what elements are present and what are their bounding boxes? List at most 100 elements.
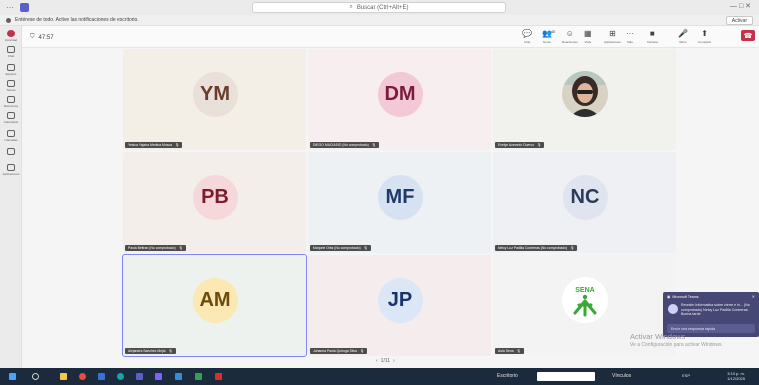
participant-tile[interactable]: JP Johanna Paola Quiroga Silva 🎙 — [308, 255, 491, 356]
more-button[interactable]: ··· Más — [626, 29, 634, 44]
taskbar-clock[interactable]: 3:10 p. m. 1/12/2025 — [727, 371, 745, 381]
sena-logo-icon: SENA — [561, 277, 608, 324]
participant-tile[interactable]: YM Yesica Yajaira Medina Mosca 🎙 — [123, 49, 306, 150]
app-icon[interactable] — [155, 373, 162, 380]
apps-button[interactable]: ⊞ Aplicaciones — [604, 29, 621, 44]
toast-reply-placeholder: Envíe una respuesta rápida — [671, 326, 715, 331]
teams-logo-icon — [20, 3, 29, 12]
excel-icon[interactable] — [195, 373, 202, 380]
enable-notifications-button[interactable]: Activar — [725, 16, 753, 25]
rail-item-8[interactable]: Aplicaciones — [0, 164, 22, 176]
teams-notification-toast[interactable]: ▣ Microsoft Teams ✕ Reunión Informativa … — [663, 292, 759, 337]
taskbar-search-box[interactable] — [537, 372, 595, 381]
rail-item-1[interactable]: Chat — [0, 46, 22, 58]
calls-icon — [7, 130, 15, 137]
participant-name-tag: DIEGO MACIASIO (No comprobado) 🎙 — [310, 142, 380, 148]
rail-item-2[interactable]: Equipos — [0, 64, 22, 76]
rail-item-7[interactable]: ··· — [0, 148, 22, 160]
rail-item-0[interactable]: Actividad — [0, 30, 22, 42]
camera-icon: ■ — [649, 29, 655, 38]
chrome-icon[interactable] — [79, 373, 86, 380]
control-label: Aplicaciones — [604, 40, 621, 44]
participant-name: Marjorie Ortiz (No comprobado) — [313, 246, 361, 250]
control-label: Reacciones — [562, 40, 578, 44]
global-search-box[interactable]: ⌕ Buscar (Ctrl+Alt+E) — [252, 2, 506, 13]
taskbar-vinculos[interactable]: Vínculos — [612, 373, 631, 379]
participant-name-tag: Yesica Yajaira Medina Mosca 🎙 — [125, 142, 183, 148]
camera-button[interactable]: ■ Cámara — [647, 29, 658, 44]
participant-tile[interactable]: NC Nelcy Luz Padilla Contreras (No compro… — [493, 152, 676, 253]
app-menu-icon[interactable]: ··· — [6, 3, 14, 12]
shield-icon: ⛉ — [30, 34, 35, 40]
rail-item-5[interactable]: Calendario — [0, 112, 22, 124]
rail-item-label: Chat — [7, 54, 15, 58]
window-controls[interactable]: — □ ✕ — [730, 2, 751, 10]
mic-button[interactable]: 🎤 Micro — [678, 29, 688, 44]
share-button[interactable]: ⬆ Compartir — [698, 29, 711, 44]
gallery-pager: ‹ 1/11 › — [376, 358, 395, 364]
participant-tile[interactable]: Evelyn Acevedo Cuervo 🎙 — [493, 49, 676, 150]
toast-close-button[interactable]: ✕ — [752, 294, 755, 299]
meeting-timer-value: 47:57 — [38, 34, 54, 41]
mic-muted-icon: 🎙 — [178, 246, 183, 250]
control-label: Más — [627, 40, 633, 44]
reactions-icon: ☺ — [565, 29, 574, 38]
titlebar-left: ··· — [0, 3, 250, 12]
video-stage: ‹ 1/11 › YM Yesica Yajaira Medina Mosca 🎙 D… — [22, 48, 759, 368]
participant-tile[interactable]: MF Marjorie Ortiz (No comprobado) 🎙 — [308, 152, 491, 253]
participant-name-tag: Marjorie Ortiz (No comprobado) 🎙 — [310, 245, 371, 251]
control-label: Micro — [679, 40, 687, 44]
rail-item-label: Actividad — [4, 38, 18, 42]
participant-photo — [561, 71, 608, 118]
outlook-icon[interactable] — [175, 373, 182, 380]
view-button[interactable]: ▦ Vista — [584, 29, 592, 44]
participant-count: 40 — [551, 30, 555, 34]
rail-item-label: Tareas — [6, 88, 16, 92]
participant-name-tag: Nelcy Luz Padilla Contreras (No comproba… — [495, 245, 578, 251]
word-icon[interactable] — [98, 373, 105, 380]
acrobat-icon[interactable] — [215, 373, 222, 380]
pager-text: 1/11 — [380, 358, 391, 364]
participant-tile[interactable]: DM DIEGO MACIASIO (No comprobado) 🎙 — [308, 49, 491, 150]
start-icon[interactable] — [9, 373, 16, 380]
participant-avatar: PB — [192, 175, 238, 221]
participant-name-tag: Paola Beltran (No comprobado) 🎙 — [125, 245, 186, 251]
taskbar-language[interactable]: ESP — [682, 373, 690, 378]
more-icon — [7, 148, 15, 155]
rail-item-3[interactable]: Tareas — [0, 80, 22, 92]
pager-next-button[interactable]: › — [393, 358, 395, 364]
meeting-header: ⛉ 47:57 💬 Chat 👥 40 Gente ☺ Reacciones ▦ Vista ⊞ A… — [22, 26, 759, 48]
toast-avatar — [668, 304, 678, 314]
rail-item-label: Aplicaciones — [2, 172, 20, 176]
reactions-button[interactable]: ☺ Reacciones — [562, 29, 578, 44]
leave-button[interactable]: ☎ — [741, 30, 755, 41]
pager-prev-button[interactable]: ‹ — [376, 358, 378, 364]
teams-icon[interactable] — [136, 373, 143, 380]
file-explorer-icon[interactable] — [60, 373, 67, 380]
chat-icon: 💬 — [522, 29, 532, 38]
taskbar-escritorio[interactable]: Escritorio — [497, 373, 518, 379]
more-icon: ··· — [626, 29, 634, 38]
view-icon: ▦ — [584, 29, 592, 38]
rail-item-6[interactable]: Llamadas — [0, 130, 22, 142]
search-icon[interactable] — [32, 373, 39, 380]
watermark-title: Activar Windows — [630, 332, 686, 341]
share-icon: ⬆ — [701, 29, 708, 38]
rail-item-label: ··· — [9, 156, 13, 160]
teams-icon — [7, 64, 15, 71]
edge-icon[interactable] — [117, 373, 124, 380]
rail-item-4[interactable]: Reuniones — [0, 96, 22, 108]
participant-name: Alejandra Sanchez Mejia — [128, 349, 166, 353]
svg-text:SENA: SENA — [575, 287, 594, 294]
participant-avatar: JP — [377, 278, 423, 324]
mic-muted-icon: 🎙 — [516, 349, 521, 353]
participant-tile[interactable]: PB Paola Beltran (No comprobado) 🎙 — [123, 152, 306, 253]
watermark-subtitle: Ve a Configuración para activar Windows. — [630, 342, 723, 348]
participant-tile[interactable]: AM Alejandra Sanchez Mejia 🎙 — [122, 254, 307, 357]
meeting-timer: ⛉ 47:57 — [30, 34, 54, 41]
people-button[interactable]: 👥 40 Gente — [542, 29, 555, 44]
participant-avatar: AM — [192, 278, 238, 324]
chat-button[interactable]: 💬 Chat — [522, 29, 532, 44]
windows-taskbar: Escritorio Vínculos ESP 3:10 p. m. 1/12/… — [0, 368, 759, 385]
participant-name: Johanna Paola Quiroga Silva — [313, 349, 357, 353]
